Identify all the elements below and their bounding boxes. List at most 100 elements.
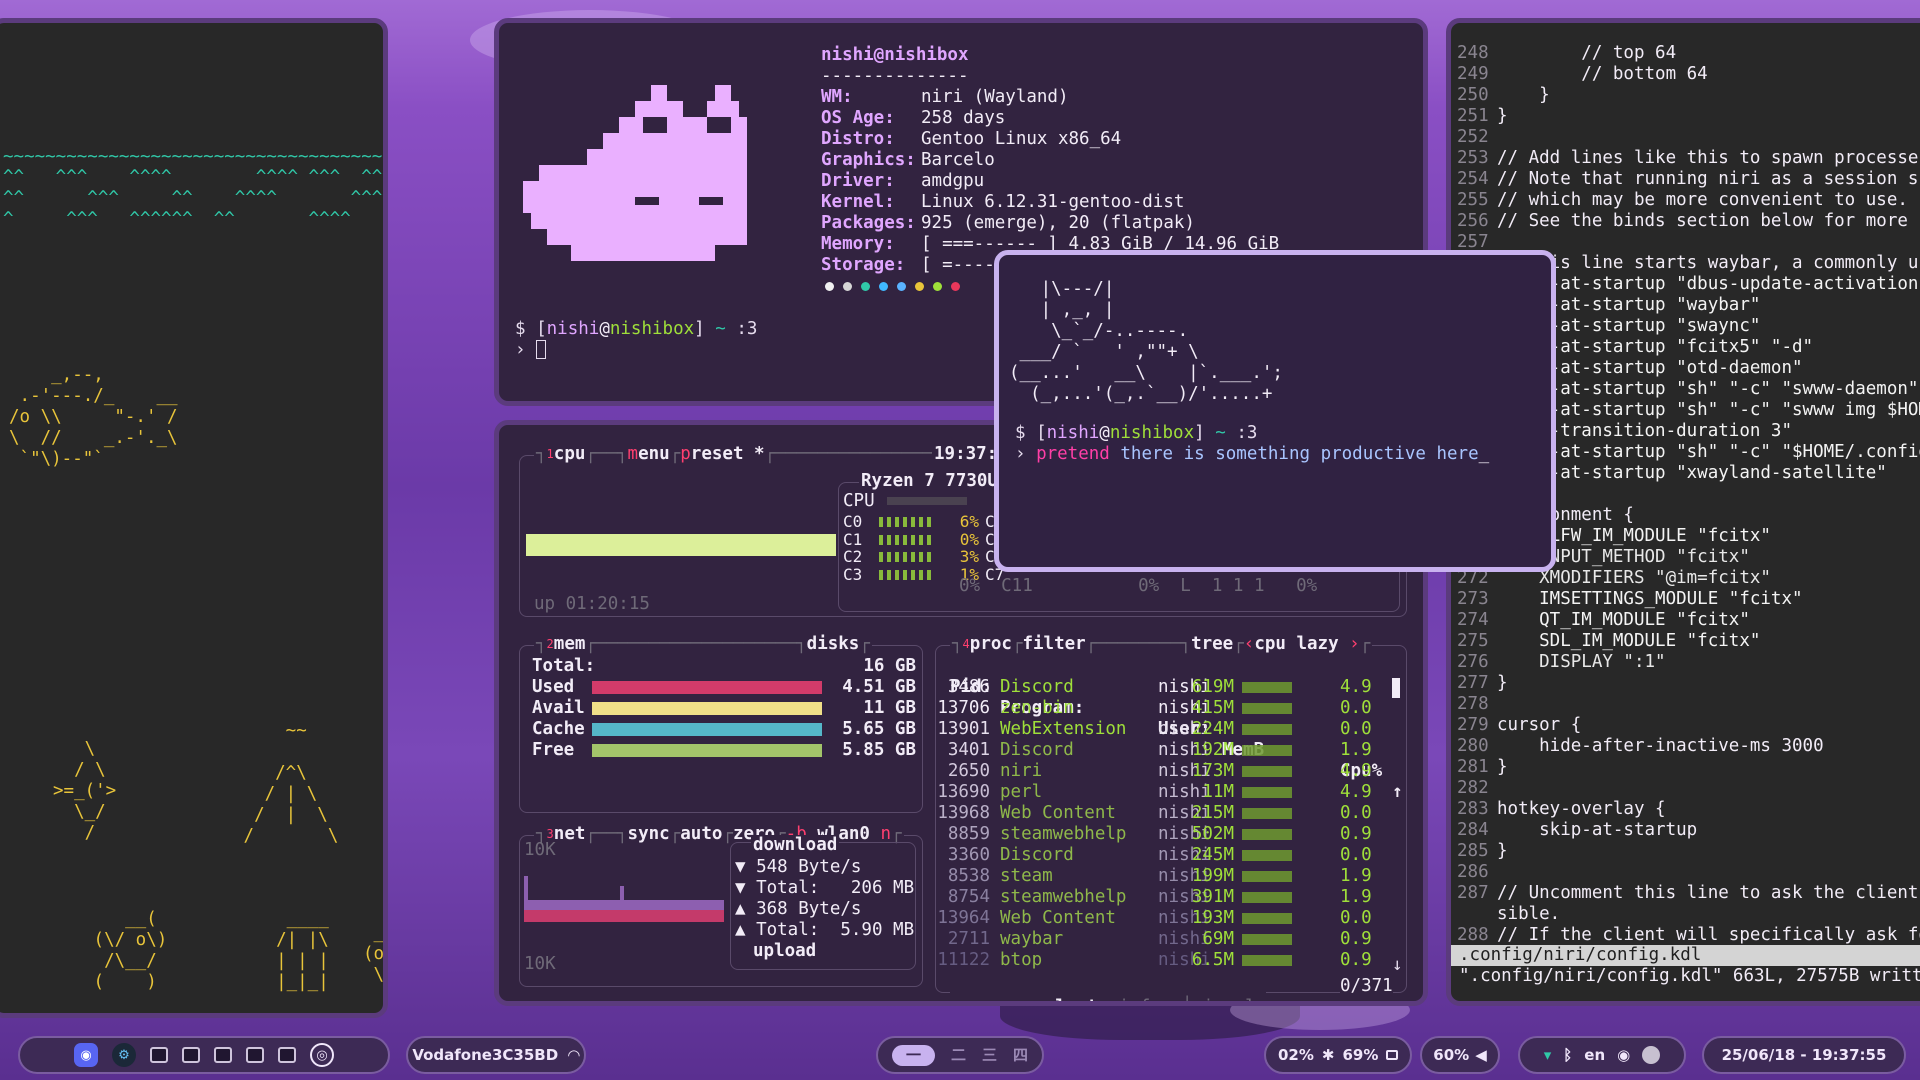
- proc-filter-button[interactable]: filter: [1022, 634, 1085, 654]
- editor-line[interactable]: 286: [1457, 862, 1920, 883]
- terminal-icon-5[interactable]: [278, 1047, 296, 1063]
- workspaces-pill: 一 二 三 四: [876, 1036, 1044, 1074]
- proc-mem-bar: [1242, 682, 1292, 693]
- proc-row[interactable]: 13706 zen-bin nishi 415M 0.0: [937, 698, 1402, 719]
- proc-row[interactable]: 13690 perl nishi 11M 4.9: [937, 782, 1402, 803]
- proc-row[interactable]: 3401 Discord nishi 192M 1.9: [942, 740, 1402, 761]
- bluetooth-icon[interactable]: ᛒ: [1563, 1045, 1572, 1066]
- proc-box-number: 4: [962, 637, 970, 651]
- editor-line[interactable]: 277}: [1457, 673, 1920, 694]
- app-launcher-pill: ◉ ⚙ ◎: [18, 1036, 390, 1074]
- proc-signals-button[interactable]: signals: [1192, 997, 1266, 1001]
- proc-row[interactable]: 8538 steam nishi 199M 1.9: [942, 866, 1402, 887]
- preset-tab[interactable]: reset *: [691, 444, 765, 464]
- editor-line[interactable]: 279 cursor {: [1457, 715, 1920, 736]
- editor-line[interactable]: 253 // Add lines like this to spawn proce…: [1457, 148, 1920, 169]
- proc-info-button[interactable]: info: [1119, 997, 1161, 1001]
- workspace-2[interactable]: 二: [951, 1045, 966, 1066]
- terminal-icon-4[interactable]: [246, 1047, 264, 1063]
- editor-line[interactable]: 274 QT_IM_MODULE "fcitx": [1457, 610, 1920, 631]
- proc-program: Discord: [1000, 845, 1074, 865]
- steam-tray-icon[interactable]: [1642, 1046, 1661, 1064]
- discord-icon[interactable]: ◉: [74, 1043, 98, 1067]
- editor-line[interactable]: 280 hide-after-inactive-ms 3000: [1457, 736, 1920, 757]
- proc-row[interactable]: 11122 btop nishi 6.5M 0.9: [937, 950, 1402, 971]
- editor-line[interactable]: 283 hotkey-overlay {: [1457, 799, 1920, 820]
- download-total: ▼ Total: 206 MB: [735, 878, 915, 898]
- editor-line[interactable]: 273 IMSETTINGS_MODULE "fcitx": [1457, 589, 1920, 610]
- editor-line[interactable]: 249 // bottom 64: [1457, 64, 1920, 85]
- editor-line[interactable]: 285}: [1457, 841, 1920, 862]
- proc-row[interactable]: 8859 steamwebhelp nishi 502M 0.9: [942, 824, 1402, 845]
- waves-row-1: ^^ ^^^ ^^^^ ^^^^ ^^^ ^^^ ^^^ ^: [3, 167, 383, 187]
- mem-key: Total:: [532, 656, 596, 676]
- net-sync-button[interactable]: sync: [628, 824, 670, 844]
- terminal-icon-1[interactable]: [150, 1047, 168, 1063]
- terminal-icon-2[interactable]: [182, 1047, 200, 1063]
- editor-line[interactable]: sible.: [1457, 904, 1920, 925]
- tray-pill: ▾ ᛒ en ◉: [1518, 1036, 1686, 1074]
- obs-icon[interactable]: ◎: [310, 1043, 334, 1067]
- editor-line[interactable]: 275 SDL_IM_MODULE "fcitx": [1457, 631, 1920, 652]
- clock: 25/06/18 - 19:37:55: [1721, 1045, 1887, 1064]
- editor-line[interactable]: 284 skip-at-startup: [1457, 820, 1920, 841]
- line-number: 282: [1457, 778, 1489, 798]
- terminal-icon-3[interactable]: [214, 1047, 232, 1063]
- proc-mem-bar: [1242, 829, 1292, 840]
- input-method-indicator[interactable]: en: [1584, 1045, 1605, 1066]
- proc-scrollbar[interactable]: [1392, 678, 1400, 698]
- network-tray-icon[interactable]: ▾: [1544, 1045, 1552, 1066]
- editor-line[interactable]: 278: [1457, 694, 1920, 715]
- proc-row[interactable]: 3486 Discord nishi 619M 4.9: [942, 677, 1402, 698]
- proc-select-button[interactable]: select: [1034, 997, 1097, 1001]
- menu-tab[interactable]: enu: [638, 444, 670, 464]
- proc-row[interactable]: 2650 niri nishi 173M 4.9: [942, 761, 1402, 782]
- line-number: 256: [1457, 211, 1489, 231]
- editor-line[interactable]: 288 // If the client will specifically as…: [1457, 925, 1920, 946]
- proc-mem: 6.5M: [1191, 950, 1234, 970]
- proc-row[interactable]: 13964 Web Content nishi 193M 0.0: [937, 908, 1402, 929]
- cpu-tab[interactable]: cpu: [554, 444, 586, 464]
- workspace-3[interactable]: 三: [982, 1045, 997, 1066]
- editor-line[interactable]: 287 // Uncomment this line to ask the cli…: [1457, 883, 1920, 904]
- editor-line[interactable]: 282: [1457, 778, 1920, 799]
- editor-line[interactable]: 281}: [1457, 757, 1920, 778]
- scroll-down-arrow-icon[interactable]: ↓: [1392, 955, 1403, 976]
- clock-pill[interactable]: 25/06/18 - 19:37:55: [1702, 1036, 1906, 1074]
- proc-row[interactable]: 8754 steamwebhelp nishi 391M 1.9: [942, 887, 1402, 908]
- net-auto-button[interactable]: auto: [680, 824, 722, 844]
- proc-row[interactable]: 3360 Discord nishi 245M 0.0: [942, 845, 1402, 866]
- editor-line[interactable]: 251}: [1457, 106, 1920, 127]
- proc-cpu: 0.0: [1340, 908, 1372, 928]
- proc-row[interactable]: 2711 waybar nishi 69M 0.9: [942, 929, 1402, 950]
- aquarium-terminal-window[interactable]: ~~~~~~~~~~~~~~~~~~~~~~~~~~~~~~~~~~~~~~~~…: [0, 18, 388, 1018]
- editor-line[interactable]: 252: [1457, 127, 1920, 148]
- proc-row[interactable]: 13901 WebExtension nishi 224M 0.0: [937, 719, 1402, 740]
- workspace-4[interactable]: 四: [1013, 1045, 1028, 1066]
- workspace-1[interactable]: 一: [891, 1044, 935, 1066]
- line-text: spawn-at-startup "sh" "-c" "swww img $HO…: [1497, 400, 1920, 420]
- steam-icon[interactable]: ⚙: [112, 1043, 136, 1067]
- net-graph-download: [524, 900, 724, 910]
- floating-prompt[interactable]: $ [nishi @ nishibox] ~ :3 › pretend there …: [1015, 423, 1489, 465]
- discord-tray-icon[interactable]: ◉: [1617, 1045, 1630, 1066]
- proc-sort-button[interactable]: cpu lazy: [1254, 634, 1338, 654]
- floating-terminal-window[interactable]: |\---/| | ,_, | \_`_/-..----. ___/ ` ' ,…: [994, 250, 1556, 572]
- line-number: 284: [1457, 820, 1489, 840]
- fetch-key: Driver:: [821, 171, 895, 191]
- proc-cpu: 1.9: [1340, 740, 1372, 760]
- net-next-key[interactable]: n: [881, 824, 892, 844]
- volume-pill[interactable]: 60% ◀: [1420, 1036, 1500, 1074]
- editor-line[interactable]: 276 DISPLAY ":1": [1457, 652, 1920, 673]
- editor-line[interactable]: 250 }: [1457, 85, 1920, 106]
- editor-line[interactable]: 254 // Note that running niri as a sessio…: [1457, 169, 1920, 190]
- editor-line[interactable]: 248 // top 64: [1457, 43, 1920, 64]
- wifi-pill[interactable]: Vodafone3C35BD ◠: [406, 1036, 586, 1074]
- proc-tree-button[interactable]: tree: [1191, 634, 1233, 654]
- fetch-prompt[interactable]: $ [nishi @ nishibox] ~ :3 ›: [515, 319, 757, 361]
- mem-value: 5.85 GB: [842, 740, 916, 760]
- editor-line[interactable]: 255 // which may be more convenient to us…: [1457, 190, 1920, 211]
- fetch-key: WM:: [821, 87, 853, 107]
- proc-row[interactable]: 13968 Web Content nishi 215M 0.0: [937, 803, 1402, 824]
- editor-line[interactable]: 256 // See the binds section below for mo…: [1457, 211, 1920, 232]
